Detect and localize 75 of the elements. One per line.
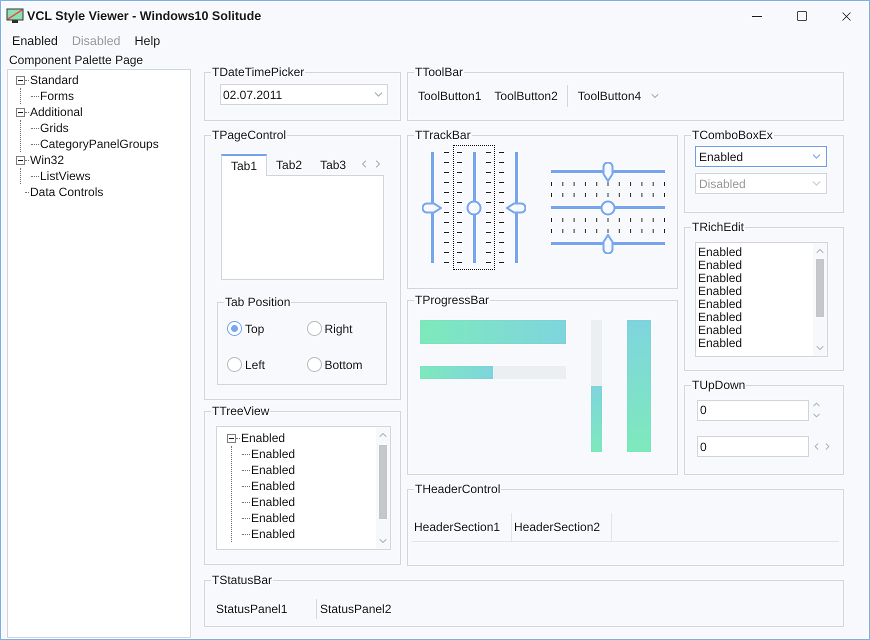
- header-section[interactable]: HeaderSection2: [512, 513, 612, 541]
- tab[interactable]: Tab2: [267, 154, 312, 176]
- text-line: Enabled: [698, 337, 744, 350]
- scrollbar-thumb[interactable]: [816, 259, 824, 317]
- rich-edit[interactable]: Enabled Enabled Enabled Enabled Enabled Enabled Enabled Enabled: [695, 242, 828, 357]
- trackbar[interactable]: [453, 145, 495, 270]
- group-title: TTrackBar: [414, 128, 472, 142]
- slider-thumb[interactable]: [600, 200, 616, 216]
- slider-thumb[interactable]: [602, 234, 614, 254]
- menu-item[interactable]: Enabled: [5, 32, 65, 50]
- tree-item[interactable]: Enabled: [250, 477, 296, 495]
- radio-button[interactable]: Top: [227, 319, 306, 338]
- group-title: TToolBar: [414, 65, 464, 79]
- tree-item[interactable]: Grids: [39, 119, 69, 137]
- group-title: TUpDown: [691, 378, 746, 392]
- tree-item[interactable]: Enabled: [250, 493, 296, 511]
- text-line: Enabled: [698, 298, 744, 311]
- tree-item[interactable]: Enabled: [250, 445, 296, 463]
- collapse-icon[interactable]: [16, 76, 25, 84]
- tree-item[interactable]: Additional: [29, 103, 83, 121]
- toolbar-dropdown-button[interactable]: ToolButton4: [574, 84, 666, 108]
- tree-item[interactable]: Enabled: [250, 461, 296, 479]
- group-title: TRichEdit: [691, 220, 746, 234]
- number-field[interactable]: 0: [697, 436, 809, 457]
- group-title: TTreeView: [211, 404, 270, 418]
- radio-button[interactable]: Left: [227, 355, 306, 374]
- slider-thumb[interactable]: [602, 162, 614, 182]
- group-title: TComboBoxEx: [691, 128, 774, 142]
- tab[interactable]: Tab3: [311, 154, 356, 176]
- group-title: Tab Position: [224, 295, 292, 309]
- group-title: TProgressBar: [414, 293, 490, 307]
- tree-item[interactable]: CategoryPanelGroups: [39, 135, 159, 153]
- tree-item[interactable]: ListViews: [39, 167, 90, 185]
- monitor-icon: [6, 8, 24, 24]
- maximize-icon: [796, 10, 808, 22]
- tree-item[interactable]: Forms: [39, 87, 74, 105]
- window-title: VCL Style Viewer - Windows10 Solitude: [27, 8, 262, 25]
- text-line: Enabled: [698, 246, 744, 259]
- combo-box[interactable]: Enabled: [695, 146, 827, 167]
- number-field[interactable]: 0: [697, 400, 809, 420]
- tab[interactable]: Tab1: [221, 154, 268, 176]
- status-text: StatusPanel2: [316, 599, 392, 619]
- date-field[interactable]: 02.07.2011: [220, 84, 388, 105]
- scrollbar[interactable]: [376, 427, 390, 549]
- slider-thumb[interactable]: [422, 202, 442, 213]
- text-line: Enabled: [698, 272, 744, 285]
- collapse-icon[interactable]: [16, 156, 25, 164]
- tree-item[interactable]: Standard: [29, 71, 79, 89]
- panel-label: Component Palette Page: [8, 52, 144, 69]
- slider-thumb[interactable]: [466, 200, 482, 216]
- tree-item[interactable]: Enabled: [250, 509, 296, 527]
- status-text: StatusPanel1: [216, 601, 288, 618]
- toolbar-button[interactable]: ToolButton1: [414, 84, 486, 108]
- text-line: Enabled: [698, 259, 744, 272]
- tree-item[interactable]: Data Controls: [29, 183, 104, 201]
- tree-item[interactable]: Win32: [29, 151, 64, 169]
- collapse-icon[interactable]: [227, 434, 236, 442]
- menu-item[interactable]: Help: [128, 32, 168, 50]
- group-title: TPageControl: [211, 128, 288, 142]
- collapse-icon[interactable]: [16, 108, 25, 116]
- radio-button[interactable]: Bottom: [306, 355, 386, 374]
- toolbar-button[interactable]: ToolButton2: [490, 84, 562, 108]
- slider-thumb[interactable]: [506, 202, 526, 213]
- text-line: Enabled: [698, 324, 744, 337]
- scrollbar-thumb[interactable]: [379, 445, 387, 519]
- group-title: THeaderControl: [414, 482, 502, 496]
- tree-item[interactable]: Enabled: [250, 525, 296, 543]
- group-title: TStatusBar: [211, 573, 274, 587]
- tree-item[interactable]: Enabled: [240, 429, 286, 447]
- text-line: Enabled: [698, 285, 744, 298]
- header-section[interactable]: HeaderSection1: [412, 513, 512, 541]
- scrollbar[interactable]: [813, 243, 827, 356]
- radio-button[interactable]: Right: [306, 319, 386, 338]
- group-title: TDateTimePicker: [211, 65, 306, 79]
- text-line: Enabled: [698, 311, 744, 324]
